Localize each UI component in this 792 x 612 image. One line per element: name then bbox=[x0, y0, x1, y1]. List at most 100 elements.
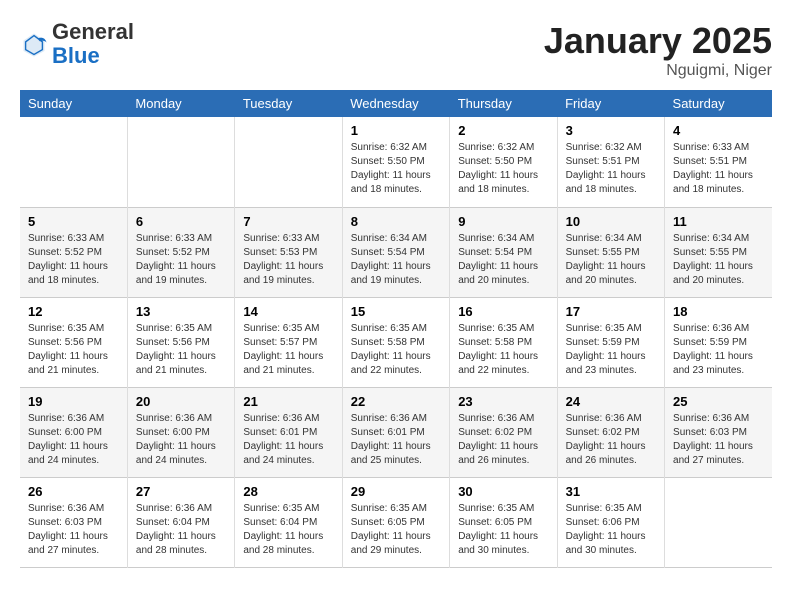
page-header: General Blue January 2025 Nguigmi, Niger bbox=[20, 20, 772, 80]
day-number: 16 bbox=[458, 304, 548, 319]
day-number: 11 bbox=[673, 214, 764, 229]
calendar-cell: 18 Sunrise: 6:36 AM Sunset: 5:59 PM Dayli… bbox=[665, 297, 772, 387]
day-number: 4 bbox=[673, 123, 764, 138]
day-number: 7 bbox=[243, 214, 333, 229]
calendar-cell: 3Sunrise: 6:32 AM Sunset: 5:51 PM Daylig… bbox=[557, 117, 664, 207]
location-subtitle: Nguigmi, Niger bbox=[544, 62, 772, 80]
day-info: Sunrise: 6:34 AM Sunset: 5:54 PM Dayligh… bbox=[351, 232, 441, 288]
calendar-cell: 16 Sunrise: 6:35 AM Sunset: 5:58 PM Dayli… bbox=[450, 297, 557, 387]
day-info: Sunrise: 6:32 AM Sunset: 5:50 PM Dayligh… bbox=[458, 141, 548, 197]
day-info: Sunrise: 6:36 AM Sunset: 6:02 PM Dayligh… bbox=[566, 412, 656, 468]
calendar-cell: 10 Sunrise: 6:34 AM Sunset: 5:55 PM Dayli… bbox=[557, 207, 664, 297]
calendar-cell: 8 Sunrise: 6:34 AM Sunset: 5:54 PM Daylig… bbox=[342, 207, 449, 297]
day-info: Sunrise: 6:35 AM Sunset: 5:57 PM Dayligh… bbox=[243, 322, 333, 378]
calendar-cell: 4 Sunrise: 6:33 AM Sunset: 5:51 PM Daylig… bbox=[665, 117, 772, 207]
calendar-cell: 1 Sunrise: 6:32 AM Sunset: 5:50 PM Daylig… bbox=[342, 117, 449, 207]
day-info: Sunrise: 6:34 AM Sunset: 5:55 PM Dayligh… bbox=[566, 232, 656, 288]
calendar-cell: 22Sunrise: 6:36 AM Sunset: 6:01 PM Dayli… bbox=[342, 387, 449, 477]
calendar-cell: 30 Sunrise: 6:35 AM Sunset: 6:05 PM Dayli… bbox=[450, 477, 557, 567]
day-number: 10 bbox=[566, 214, 656, 229]
day-number: 17 bbox=[566, 304, 656, 319]
calendar-cell: 15 Sunrise: 6:35 AM Sunset: 5:58 PM Dayli… bbox=[342, 297, 449, 387]
day-of-week-header: Saturday bbox=[665, 90, 772, 117]
calendar-cell: 12 Sunrise: 6:35 AM Sunset: 5:56 PM Dayli… bbox=[20, 297, 127, 387]
calendar-cell: 29 Sunrise: 6:35 AM Sunset: 6:05 PM Dayli… bbox=[342, 477, 449, 567]
week-row: 5Sunrise: 6:33 AM Sunset: 5:52 PM Daylig… bbox=[20, 207, 772, 297]
day-info: Sunrise: 6:35 AM Sunset: 5:59 PM Dayligh… bbox=[566, 322, 656, 378]
day-info: Sunrise: 6:35 AM Sunset: 6:06 PM Dayligh… bbox=[566, 502, 656, 558]
calendar-cell: 31Sunrise: 6:35 AM Sunset: 6:06 PM Dayli… bbox=[557, 477, 664, 567]
day-of-week-header: Thursday bbox=[450, 90, 557, 117]
day-number: 5 bbox=[28, 214, 119, 229]
day-info: Sunrise: 6:36 AM Sunset: 6:00 PM Dayligh… bbox=[28, 412, 119, 468]
day-number: 9 bbox=[458, 214, 548, 229]
calendar-cell: 21Sunrise: 6:36 AM Sunset: 6:01 PM Dayli… bbox=[235, 387, 342, 477]
day-info: Sunrise: 6:35 AM Sunset: 6:05 PM Dayligh… bbox=[458, 502, 548, 558]
calendar-cell: 7Sunrise: 6:33 AM Sunset: 5:53 PM Daylig… bbox=[235, 207, 342, 297]
day-info: Sunrise: 6:34 AM Sunset: 5:54 PM Dayligh… bbox=[458, 232, 548, 288]
calendar-cell: 28Sunrise: 6:35 AM Sunset: 6:04 PM Dayli… bbox=[235, 477, 342, 567]
logo-blue-text: Blue bbox=[52, 43, 100, 68]
day-of-week-header: Wednesday bbox=[342, 90, 449, 117]
calendar-cell: 23Sunrise: 6:36 AM Sunset: 6:02 PM Dayli… bbox=[450, 387, 557, 477]
calendar-body: 1 Sunrise: 6:32 AM Sunset: 5:50 PM Daylig… bbox=[20, 117, 772, 567]
day-number: 8 bbox=[351, 214, 441, 229]
day-number: 22 bbox=[351, 394, 441, 409]
day-number: 12 bbox=[28, 304, 119, 319]
month-year-title: January 2025 bbox=[544, 20, 772, 62]
day-of-week-header: Monday bbox=[127, 90, 234, 117]
calendar-cell bbox=[127, 117, 234, 207]
day-info: Sunrise: 6:35 AM Sunset: 6:05 PM Dayligh… bbox=[351, 502, 441, 558]
day-info: Sunrise: 6:35 AM Sunset: 5:58 PM Dayligh… bbox=[351, 322, 441, 378]
day-of-week-header: Tuesday bbox=[235, 90, 342, 117]
day-number: 6 bbox=[136, 214, 226, 229]
day-number: 1 bbox=[351, 123, 441, 138]
day-info: Sunrise: 6:35 AM Sunset: 5:56 PM Dayligh… bbox=[28, 322, 119, 378]
day-number: 27 bbox=[136, 484, 226, 499]
day-info: Sunrise: 6:36 AM Sunset: 6:00 PM Dayligh… bbox=[136, 412, 226, 468]
logo-icon bbox=[20, 30, 48, 58]
calendar-cell: 26Sunrise: 6:36 AM Sunset: 6:03 PM Dayli… bbox=[20, 477, 127, 567]
title-block: January 2025 Nguigmi, Niger bbox=[544, 20, 772, 80]
calendar-cell bbox=[20, 117, 127, 207]
day-info: Sunrise: 6:32 AM Sunset: 5:50 PM Dayligh… bbox=[351, 141, 441, 197]
day-info: Sunrise: 6:36 AM Sunset: 6:02 PM Dayligh… bbox=[458, 412, 548, 468]
logo-general-text: General bbox=[52, 19, 134, 44]
calendar-cell bbox=[665, 477, 772, 567]
day-number: 14 bbox=[243, 304, 333, 319]
day-info: Sunrise: 6:34 AM Sunset: 5:55 PM Dayligh… bbox=[673, 232, 764, 288]
calendar-cell: 17 Sunrise: 6:35 AM Sunset: 5:59 PM Dayli… bbox=[557, 297, 664, 387]
calendar-cell: 2 Sunrise: 6:32 AM Sunset: 5:50 PM Daylig… bbox=[450, 117, 557, 207]
day-number: 15 bbox=[351, 304, 441, 319]
calendar-cell: 11 Sunrise: 6:34 AM Sunset: 5:55 PM Dayli… bbox=[665, 207, 772, 297]
day-info: Sunrise: 6:33 AM Sunset: 5:51 PM Dayligh… bbox=[673, 141, 764, 197]
days-of-week-row: SundayMondayTuesdayWednesdayThursdayFrid… bbox=[20, 90, 772, 117]
calendar-table: SundayMondayTuesdayWednesdayThursdayFrid… bbox=[20, 90, 772, 568]
day-number: 2 bbox=[458, 123, 548, 138]
calendar-cell: 24 Sunrise: 6:36 AM Sunset: 6:02 PM Dayli… bbox=[557, 387, 664, 477]
week-row: 1 Sunrise: 6:32 AM Sunset: 5:50 PM Daylig… bbox=[20, 117, 772, 207]
calendar-cell: 14 Sunrise: 6:35 AM Sunset: 5:57 PM Dayli… bbox=[235, 297, 342, 387]
calendar-cell: 25 Sunrise: 6:36 AM Sunset: 6:03 PM Dayli… bbox=[665, 387, 772, 477]
day-number: 29 bbox=[351, 484, 441, 499]
day-of-week-header: Sunday bbox=[20, 90, 127, 117]
day-number: 25 bbox=[673, 394, 764, 409]
day-number: 28 bbox=[243, 484, 333, 499]
day-info: Sunrise: 6:35 AM Sunset: 5:56 PM Dayligh… bbox=[136, 322, 226, 378]
day-number: 19 bbox=[28, 394, 119, 409]
day-number: 20 bbox=[136, 394, 226, 409]
day-info: Sunrise: 6:32 AM Sunset: 5:51 PM Dayligh… bbox=[566, 141, 656, 197]
day-info: Sunrise: 6:36 AM Sunset: 5:59 PM Dayligh… bbox=[673, 322, 764, 378]
day-info: Sunrise: 6:35 AM Sunset: 5:58 PM Dayligh… bbox=[458, 322, 548, 378]
calendar-cell: 27Sunrise: 6:36 AM Sunset: 6:04 PM Dayli… bbox=[127, 477, 234, 567]
calendar-cell: 13Sunrise: 6:35 AM Sunset: 5:56 PM Dayli… bbox=[127, 297, 234, 387]
day-info: Sunrise: 6:36 AM Sunset: 6:01 PM Dayligh… bbox=[243, 412, 333, 468]
day-number: 18 bbox=[673, 304, 764, 319]
calendar-cell: 19 Sunrise: 6:36 AM Sunset: 6:00 PM Dayli… bbox=[20, 387, 127, 477]
day-number: 24 bbox=[566, 394, 656, 409]
day-info: Sunrise: 6:36 AM Sunset: 6:03 PM Dayligh… bbox=[28, 502, 119, 558]
week-row: 19 Sunrise: 6:36 AM Sunset: 6:00 PM Dayli… bbox=[20, 387, 772, 477]
calendar-cell: 20 Sunrise: 6:36 AM Sunset: 6:00 PM Dayli… bbox=[127, 387, 234, 477]
day-info: Sunrise: 6:36 AM Sunset: 6:03 PM Dayligh… bbox=[673, 412, 764, 468]
day-number: 30 bbox=[458, 484, 548, 499]
